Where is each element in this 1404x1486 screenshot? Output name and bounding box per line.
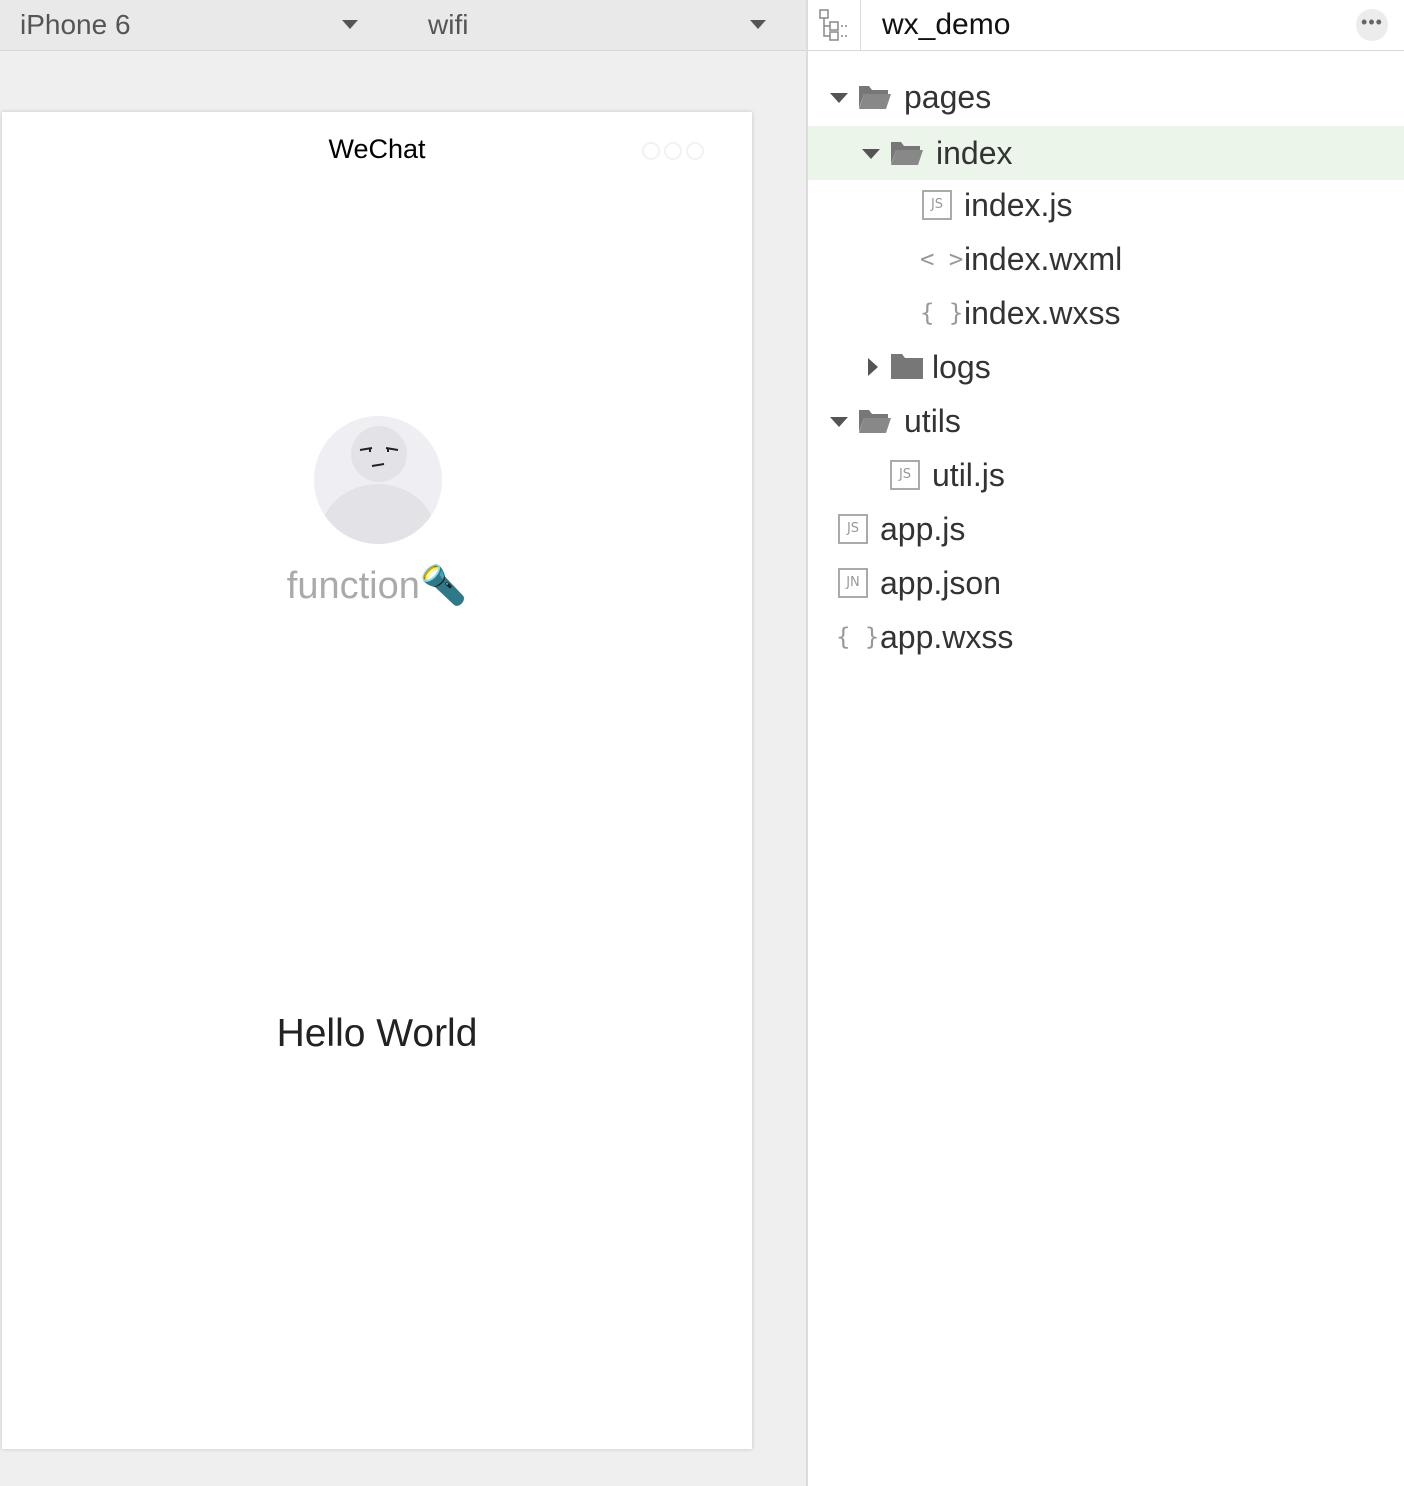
- tree-item-label: pages: [904, 79, 992, 115]
- wxss-file-icon: { }: [836, 623, 880, 651]
- wxml-file-icon: < >: [920, 245, 964, 273]
- file-tree-icon[interactable]: [818, 8, 852, 42]
- tree-item-index-js[interactable]: JS index.js: [808, 178, 1404, 232]
- network-chevron-down-icon[interactable]: [750, 20, 766, 29]
- js-file-icon: JS: [838, 514, 868, 544]
- simulator-toolbar: iPhone 6 wifi: [0, 0, 806, 51]
- user-nickname: function🔦: [286, 565, 468, 607]
- expand-arrow-icon[interactable]: [830, 417, 848, 427]
- json-file-icon: JN: [838, 568, 868, 598]
- device-chevron-down-icon[interactable]: [342, 20, 358, 29]
- tree-item-app-wxss[interactable]: { } app.wxss: [808, 610, 1404, 664]
- explorer-header: wx_demo •••: [808, 0, 1404, 51]
- more-options-icon[interactable]: •••: [1356, 9, 1388, 41]
- tree-item-label: utils: [904, 403, 961, 439]
- file-explorer-panel: wx_demo ••• pages index JS index.js < > …: [808, 0, 1404, 1486]
- tree-item-app-js[interactable]: JS app.js: [808, 502, 1404, 556]
- js-file-icon: JS: [890, 460, 920, 490]
- tree-item-label: index.js: [964, 187, 1073, 223]
- open-folder-icon: [859, 86, 891, 109]
- tree-item-logs[interactable]: logs: [808, 340, 1404, 394]
- folder-icon: [891, 354, 923, 379]
- tree-item-label: logs: [932, 349, 991, 385]
- device-select[interactable]: iPhone 6: [20, 0, 131, 50]
- open-folder-icon: [859, 410, 891, 433]
- tree-item-pages[interactable]: pages: [808, 70, 1404, 124]
- js-file-icon: JS: [922, 190, 952, 220]
- network-select[interactable]: wifi: [428, 0, 468, 50]
- tree-item-label: index: [936, 135, 1013, 171]
- collapse-arrow-icon[interactable]: [868, 358, 878, 376]
- header-separator: [860, 0, 861, 50]
- tree-item-label: index.wxml: [964, 241, 1123, 277]
- open-folder-icon: [891, 142, 923, 165]
- capsule-menu-icon[interactable]: [642, 142, 716, 164]
- tree-item-util-js[interactable]: JS util.js: [808, 448, 1404, 502]
- tree-item-index-wxml[interactable]: < > index.wxml: [808, 232, 1404, 286]
- nav-bar-title: WeChat: [328, 134, 426, 164]
- tree-item-label: app.js: [880, 511, 966, 547]
- expand-arrow-icon[interactable]: [862, 149, 880, 159]
- tree-item-index[interactable]: index: [808, 126, 1404, 180]
- tree-item-utils[interactable]: utils: [808, 394, 1404, 448]
- tree-item-app-json[interactable]: JN app.json: [808, 556, 1404, 610]
- expand-arrow-icon[interactable]: [830, 93, 848, 103]
- project-name: wx_demo: [882, 8, 1011, 41]
- tree-item-index-wxss[interactable]: { } index.wxss: [808, 286, 1404, 340]
- phone-screen: WeChat function🔦 Hello World: [2, 112, 752, 1449]
- tree-item-label: app.json: [880, 565, 1001, 601]
- tree-item-label: util.js: [932, 457, 1005, 493]
- simulator-panel: iPhone 6 wifi WeChat function🔦 Hello Wor…: [0, 0, 806, 1486]
- avatar[interactable]: [314, 416, 442, 544]
- tree-item-label: app.wxss: [880, 619, 1014, 655]
- wxss-file-icon: { }: [920, 299, 964, 327]
- hello-text: Hello World: [276, 1012, 478, 1055]
- tree-item-label: index.wxss: [964, 295, 1121, 331]
